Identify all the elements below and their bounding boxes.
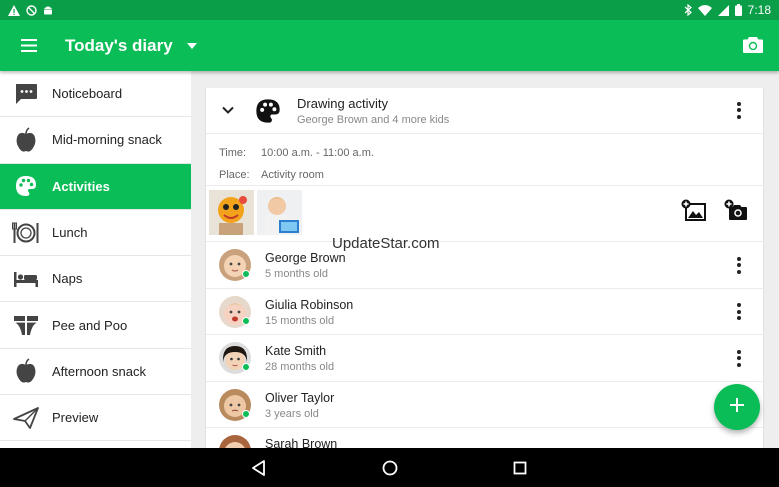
- list-item[interactable]: George Brown 5 months old: [206, 242, 763, 289]
- activity-card: Drawing activity George Brown and 4 more…: [206, 88, 763, 448]
- system-navigation-bar: [0, 448, 779, 487]
- sidebar-item-afternoon-snack[interactable]: Afternoon snack: [0, 348, 191, 396]
- more-options-icon[interactable]: [729, 255, 749, 275]
- add-photo-camera-icon[interactable]: [724, 198, 750, 224]
- more-options-icon[interactable]: [729, 348, 749, 368]
- status-bar: 7:18: [0, 0, 779, 20]
- time-value: 10:00 a.m. - 11:00 a.m.: [261, 147, 374, 159]
- android-icon: [43, 5, 53, 16]
- activity-subtitle: George Brown and 4 more kids: [297, 114, 450, 126]
- child-age: 15 months old: [265, 314, 335, 327]
- dropdown-arrow-icon[interactable]: [185, 39, 199, 53]
- place-value: Activity room: [261, 169, 324, 181]
- do-not-disturb-icon: [26, 4, 37, 16]
- child-name: Kate Smith: [265, 344, 327, 358]
- activity-header: Drawing activity George Brown and 4 more…: [206, 88, 763, 134]
- recent-apps-icon[interactable]: [510, 458, 530, 478]
- chevron-down-icon[interactable]: [220, 102, 236, 118]
- wifi-icon: [697, 4, 712, 16]
- sidebar-item-noticeboard[interactable]: Noticeboard: [0, 71, 191, 118]
- back-icon[interactable]: [249, 458, 269, 478]
- sidebar-item-label: Noticeboard: [52, 86, 123, 102]
- child-name: Oliver Taylor: [265, 390, 335, 405]
- message-board-icon: [0, 71, 52, 117]
- sidebar-item-label: Preview: [52, 410, 99, 426]
- online-status-dot: [242, 363, 250, 371]
- page-title[interactable]: Today's diary: [65, 36, 173, 56]
- more-options-icon[interactable]: [729, 100, 749, 120]
- camera-icon[interactable]: [741, 33, 765, 57]
- list-item[interactable]: Oliver Taylor 3 years old: [206, 382, 763, 428]
- sidebar-item-label: Lunch: [52, 225, 88, 241]
- watermark-text: UpdateStar.com: [332, 235, 440, 252]
- list-item[interactable]: Giulia Robinson 15 months old: [206, 289, 763, 335]
- sidebar-item-label: Afternoon snack: [52, 363, 146, 379]
- add-fab-button[interactable]: [714, 384, 760, 430]
- apple-icon: [0, 117, 52, 163]
- palette-icon: [0, 163, 52, 209]
- sidebar-item-label: Pee and Poo: [52, 317, 128, 333]
- list-item[interactable]: Sarah Brown: [206, 428, 763, 448]
- more-options-icon[interactable]: [729, 302, 749, 322]
- activity-title: Drawing activity: [297, 96, 389, 111]
- online-status-dot: [242, 270, 250, 278]
- sidebar-item-pee-and-poo[interactable]: Pee and Poo: [0, 302, 191, 349]
- photo-thumbnail[interactable]: [209, 190, 254, 235]
- online-status-dot: [242, 316, 250, 325]
- app-bar: Today's diary: [0, 20, 779, 71]
- time-label: Time:: [219, 147, 247, 159]
- diaper-icon: [0, 302, 52, 348]
- sidebar-item-naps[interactable]: Naps: [0, 256, 191, 303]
- main-content: Drawing activity George Brown and 4 more…: [191, 71, 779, 448]
- signal-icon: [717, 4, 729, 16]
- avatar: [219, 435, 251, 448]
- bluetooth-icon: [684, 4, 692, 16]
- sidebar-item-label: Naps: [52, 271, 83, 287]
- child-name: Sarah Brown: [265, 437, 338, 448]
- add-from-gallery-icon[interactable]: [681, 198, 707, 224]
- child-age: 5 months old: [265, 268, 328, 280]
- list-item[interactable]: Kate Smith 28 months old: [206, 335, 763, 382]
- sidebar-item-label: Activities: [52, 178, 110, 194]
- child-name: Giulia Robinson: [265, 297, 354, 312]
- child-age: 3 years old: [265, 407, 319, 420]
- plate-cutlery-icon: [0, 210, 52, 256]
- sidebar-item-label: Mid-morning snack: [52, 132, 162, 148]
- warning-icon: [8, 4, 20, 16]
- sidebar-item-mid-morning-snack[interactable]: Mid-morning snack: [0, 117, 191, 164]
- activity-details: Time: 10:00 a.m. - 11:00 a.m. Place: Act…: [206, 134, 763, 186]
- sidebar: Noticeboard Mid-morning snack Activities…: [0, 71, 191, 448]
- child-age: 28 months old: [265, 361, 335, 373]
- apple-icon: [0, 348, 52, 394]
- send-icon: [0, 395, 52, 441]
- battery-icon: [734, 4, 742, 16]
- online-status-dot: [242, 409, 250, 418]
- photo-thumbnail[interactable]: [257, 190, 302, 235]
- palette-icon: [254, 97, 282, 125]
- sidebar-item-lunch[interactable]: Lunch: [0, 210, 191, 257]
- bed-icon: [0, 256, 52, 302]
- home-icon[interactable]: [380, 458, 400, 478]
- sidebar-item-activities[interactable]: Activities: [0, 163, 191, 210]
- hamburger-menu-icon[interactable]: [0, 20, 58, 71]
- sidebar-item-preview[interactable]: Preview: [0, 395, 191, 442]
- activity-photos: [206, 186, 763, 242]
- child-name: George Brown: [265, 251, 346, 265]
- clock-time: 7:18: [747, 3, 771, 17]
- place-label: Place:: [219, 169, 250, 181]
- plus-icon: [730, 397, 744, 417]
